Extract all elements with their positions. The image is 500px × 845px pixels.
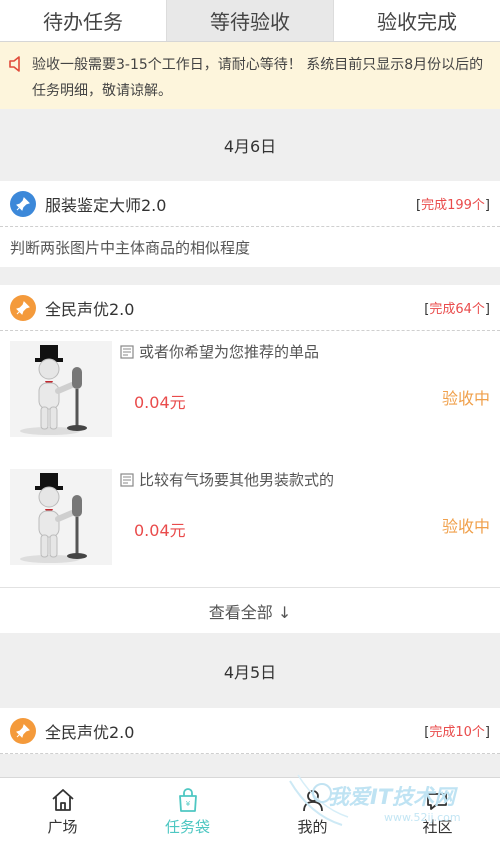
date-header: 4月6日: [223, 137, 277, 156]
community-icon: [426, 793, 447, 810]
home-icon: [51, 789, 74, 811]
speaker-icon: [9, 56, 20, 72]
task-title: 全民声优2.0: [45, 722, 135, 742]
item-body: 或者你希望为您推荐的单品 0.04元 验收中: [112, 341, 490, 459]
item-status: 验收中: [441, 517, 490, 536]
task-title: 服装鉴定大师2.0: [45, 195, 167, 215]
tab-accepted[interactable]: 验收完成: [333, 0, 500, 41]
nav-label: 我的: [297, 818, 328, 836]
notice-banner: 验收一般需要3-15个工作日，请耐心等待！ 系统目前只显示8月份以后的任务明细，…: [0, 42, 500, 109]
item-status: 验收中: [441, 389, 490, 408]
task-header: 全民声优2.0 [完成10个]: [0, 708, 500, 754]
pin-icon: [10, 190, 36, 217]
tab-awaiting-acceptance[interactable]: 等待验收: [166, 0, 333, 41]
nav-plaza[interactable]: 广场: [0, 778, 125, 845]
nav-label: 广场: [47, 818, 78, 836]
item-price: 0.04元: [134, 521, 186, 540]
pin-icon: [10, 294, 36, 321]
nav-community[interactable]: 社区: [375, 778, 500, 845]
tab-pending[interactable]: 待办任务: [0, 0, 166, 41]
svg-text:¥: ¥: [185, 800, 190, 808]
completed-count: [完成199个]: [416, 198, 490, 213]
user-icon: [302, 790, 323, 812]
bag-icon: ¥: [178, 788, 197, 812]
item-title: 比较有气场要其他男装款式的: [120, 469, 490, 490]
task-card[interactable]: 全民声优2.0 [完成64个] 或者你希望为您推荐的单品 0.04元 验收中 比…: [0, 285, 500, 633]
nav-mine[interactable]: 我的: [250, 778, 375, 845]
task-card[interactable]: 全民声优2.0 [完成10个]: [0, 708, 500, 754]
task-title: 全民声优2.0: [45, 299, 135, 319]
bottom-nav: 广场 ¥ 任务袋 我的 社区: [0, 777, 500, 845]
completed-count: [完成64个]: [424, 302, 490, 317]
completed-count: [完成10个]: [424, 725, 490, 740]
item-title: 或者你希望为您推荐的单品: [120, 341, 490, 362]
nav-label: 社区: [422, 818, 453, 836]
nav-task-bag[interactable]: ¥ 任务袋: [125, 778, 250, 845]
document-icon: [120, 344, 134, 359]
date-header: 4月5日: [223, 662, 277, 682]
list-item[interactable]: 比较有气场要其他男装款式的 0.04元 验收中: [0, 459, 500, 587]
tab-bar: 待办任务 等待验收 验收完成: [0, 0, 500, 42]
item-body: 比较有气场要其他男装款式的 0.04元 验收中: [112, 469, 490, 587]
thumbnail-image: [10, 469, 112, 565]
document-icon: [120, 472, 134, 487]
task-header: 全民声优2.0 [完成64个]: [0, 285, 500, 331]
pin-icon: [10, 717, 36, 744]
item-price: 0.04元: [134, 393, 186, 412]
task-card[interactable]: 服装鉴定大师2.0 [完成199个] 判断两张图片中主体商品的相似程度: [0, 181, 500, 267]
task-header: 服装鉴定大师2.0 [完成199个]: [0, 181, 500, 227]
task-description: 判断两张图片中主体商品的相似程度: [10, 238, 251, 257]
list-item[interactable]: 或者你希望为您推荐的单品 0.04元 验收中: [0, 331, 500, 459]
item-title-text: 比较有气场要其他男装款式的: [139, 471, 335, 489]
thumbnail-image: [10, 341, 112, 437]
view-all-button[interactable]: 查看全部 ↓: [0, 587, 500, 633]
nav-label: 任务袋: [164, 818, 210, 836]
item-title-text: 或者你希望为您推荐的单品: [139, 343, 320, 361]
notice-text: 验收一般需要3-15个工作日，请耐心等待！ 系统目前只显示8月份以后的任务明细，…: [32, 57, 484, 99]
